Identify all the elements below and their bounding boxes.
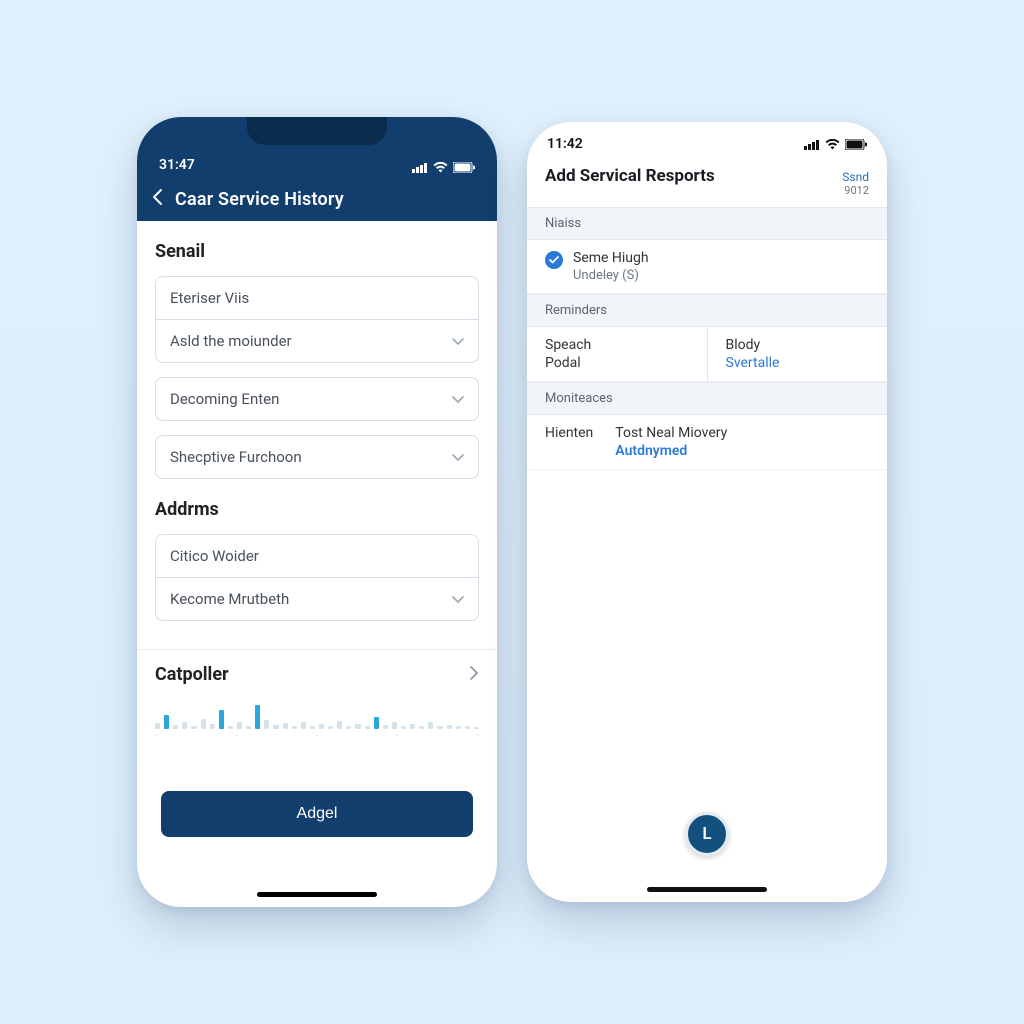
- nav-bar: Caar Service History: [137, 177, 497, 221]
- field-text: Decoming Enten: [170, 390, 279, 408]
- page-title: Add Servical Resports: [545, 166, 715, 186]
- wifi-icon: [433, 162, 448, 173]
- status-time: 11:42: [547, 136, 583, 152]
- spark-axis: ⋅⋅⋅⋅⋅: [155, 731, 479, 741]
- section-2-label: Addrms: [155, 499, 479, 520]
- cell-text: Podal: [545, 355, 689, 371]
- status-bar: 31:47: [137, 117, 497, 177]
- action-bar: Adgel: [137, 791, 497, 837]
- home-indicator: [647, 887, 767, 892]
- group-header-reminders: Reminders: [527, 294, 887, 327]
- catpoller-label: Catpoller: [155, 664, 229, 685]
- field-group-1: Eteriser Viis Asld the moiunder: [155, 276, 479, 363]
- nav-bar: Add Servical Resports Ssnd 9012: [527, 166, 887, 207]
- field-text: Eteriser Viis: [170, 289, 249, 307]
- status-bar: 11:42: [527, 122, 887, 166]
- chevron-left-icon: [151, 188, 165, 206]
- battery-icon: [453, 162, 475, 173]
- signal-icon: [412, 162, 428, 173]
- wifi-icon: [825, 139, 840, 150]
- send-button[interactable]: Ssnd 9012: [842, 171, 869, 197]
- link-svertalle[interactable]: Svertalle: [726, 355, 870, 371]
- mon-col-2: Tost Neal Miovery Autdnymed: [615, 425, 727, 459]
- status-time: 31:47: [159, 157, 195, 173]
- row-seme-hiugh[interactable]: Seme Hiugh Undeley (S): [527, 240, 887, 294]
- phone-right: 11:42 Add Servical Resports Ssnd 9012 Ni…: [527, 122, 887, 902]
- back-button[interactable]: [151, 188, 165, 210]
- send-code: 9012: [842, 184, 869, 197]
- link-autdnymed[interactable]: Autdnymed: [615, 443, 727, 459]
- reminder-left[interactable]: Speach Podal: [527, 327, 708, 381]
- phone-left: 31:47 Caar Service History Senail Eteris…: [137, 117, 497, 907]
- row-sub: Undeley (S): [573, 268, 649, 283]
- dropdown-kecome[interactable]: Kecome Mrutbeth: [155, 577, 479, 621]
- adgel-button[interactable]: Adgel: [161, 791, 473, 837]
- cell-text: Hienten: [545, 425, 593, 441]
- signal-icon: [804, 139, 820, 150]
- sparkline: [155, 695, 479, 729]
- row-title: Seme Hiugh: [573, 250, 649, 266]
- fab-button[interactable]: L: [685, 812, 729, 856]
- battery-icon: [845, 139, 867, 150]
- group-header-moniteaces: Moniteaces: [527, 382, 887, 415]
- mon-col-1: Hienten: [545, 425, 593, 459]
- chevron-down-icon: [452, 390, 464, 408]
- reminders-row: Speach Podal Blody Svertalle: [527, 327, 887, 382]
- field-text: Kecome Mrutbeth: [170, 590, 289, 608]
- section-1-label: Senail: [155, 241, 479, 262]
- reminder-right[interactable]: Blody Svertalle: [708, 327, 888, 381]
- field-group-2: Citico Woider Kecome Mrutbeth: [155, 534, 479, 621]
- chevron-down-icon: [452, 590, 464, 608]
- chevron-down-icon: [452, 332, 464, 350]
- field-eteriser[interactable]: Eteriser Viis: [155, 276, 479, 319]
- check-icon: [545, 251, 563, 269]
- fab-label: L: [702, 824, 711, 844]
- chevron-right-icon: [470, 665, 479, 684]
- cell-text: Blody: [726, 337, 870, 353]
- moniteaces-row: Hienten Tost Neal Miovery Autdnymed: [527, 415, 887, 470]
- catpoller-row[interactable]: Catpoller ⋅⋅⋅⋅⋅: [137, 649, 497, 745]
- home-indicator: [257, 892, 377, 897]
- field-text: Shecptive Furchoon: [170, 448, 302, 466]
- chevron-down-icon: [452, 448, 464, 466]
- status-icons: [804, 139, 867, 150]
- send-label: Ssnd: [842, 171, 869, 184]
- cell-text: Speach: [545, 337, 689, 353]
- page-title: Caar Service History: [175, 189, 344, 210]
- field-citico[interactable]: Citico Woider: [155, 534, 479, 577]
- dropdown-decoming[interactable]: Decoming Enten: [155, 377, 479, 421]
- notch: [247, 117, 387, 145]
- cell-text: Tost Neal Miovery: [615, 425, 727, 441]
- field-text: Citico Woider: [170, 547, 259, 565]
- form-content: Senail Eteriser Viis Asld the moiunder D…: [137, 221, 497, 745]
- group-header-niaiss: Niaiss: [527, 207, 887, 240]
- dropdown-shecptive[interactable]: Shecptive Furchoon: [155, 435, 479, 479]
- field-text: Asld the moiunder: [170, 332, 292, 350]
- status-icons: [412, 162, 475, 173]
- field-add-moiunder[interactable]: Asld the moiunder: [155, 319, 479, 363]
